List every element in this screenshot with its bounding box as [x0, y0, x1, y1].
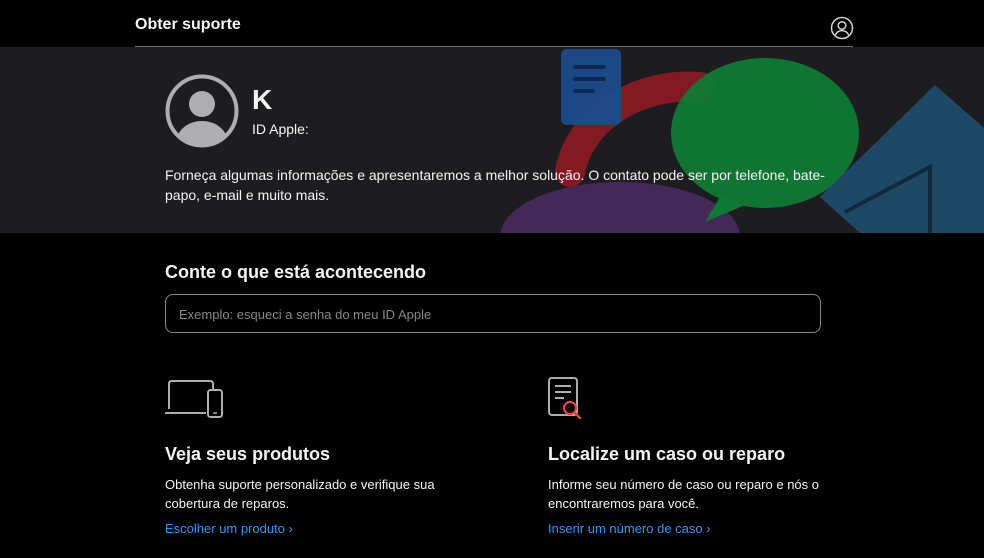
hero-banner — [0, 47, 984, 233]
products-card: Veja seus produtos Obtenha suporte perso… — [165, 376, 485, 538]
avatar — [165, 74, 239, 148]
products-card-description: Obtenha suporte personalizado e verifiqu… — [165, 477, 435, 511]
products-card-title: Veja seus produtos — [165, 444, 331, 464]
case-card: Localize um caso ou reparo Informe seu n… — [548, 376, 868, 538]
case-card-title: Localize um caso ou reparo — [548, 444, 786, 464]
search-section-title: Conte o que está acontecendo — [165, 262, 427, 282]
contact-illustration — [500, 49, 984, 233]
search-input[interactable] — [177, 295, 811, 334]
choose-product-link[interactable]: Escolher um produto › — [165, 521, 293, 536]
search-box — [165, 294, 821, 334]
top-nav: Obter suporte — [0, 0, 984, 47]
document-search-icon — [548, 377, 582, 420]
hero-description: Forneça algumas informações e apresentar… — [165, 167, 825, 203]
apple-id-label: ID Apple: — [252, 121, 309, 137]
enter-case-number-link[interactable]: Inserir um número de caso › — [548, 521, 711, 536]
case-card-description: Informe seu número de caso ou reparo e n… — [548, 477, 819, 511]
page-title: Obter suporte — [135, 16, 241, 33]
person-circle-icon[interactable] — [830, 16, 854, 40]
user-initial: K — [252, 84, 273, 115]
laptop-phone-icon — [165, 380, 223, 418]
